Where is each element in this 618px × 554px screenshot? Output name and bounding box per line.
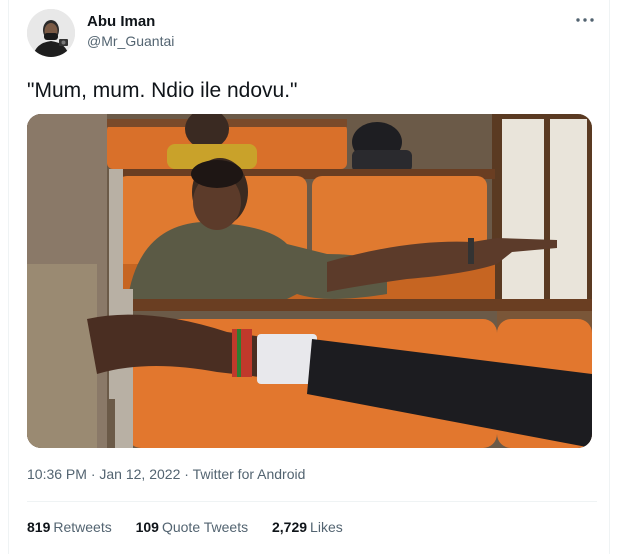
avatar[interactable] [27, 9, 75, 57]
display-name[interactable]: Abu Iman [87, 13, 155, 30]
username-handle[interactable]: @Mr_Guantai [87, 33, 174, 49]
more-horizontal-icon [576, 18, 594, 22]
likes-label: Likes [310, 519, 343, 535]
likes-count: 2,729 [272, 519, 308, 535]
photo-man-pointing-icon [27, 114, 592, 448]
retweets-count: 819 [27, 519, 51, 535]
retweets-label: Retweets [53, 519, 112, 535]
tweet-time[interactable]: 10:36 PM [27, 466, 87, 482]
profile-photo-icon [27, 9, 75, 57]
likes-stat[interactable]: 2,729 Likes [272, 519, 343, 535]
engagement-stats: 819 Retweets 109 Quote Tweets 2,729 Likes [27, 519, 363, 535]
quote-tweets-label: Quote Tweets [161, 519, 249, 535]
tweet-photo[interactable] [27, 114, 592, 448]
retweets-stat[interactable]: 819 Retweets [27, 519, 112, 535]
tweet-metadata: 10:36 PM · Jan 12, 2022 · Twitter for An… [27, 466, 305, 482]
meta-separator: · [180, 466, 193, 482]
tweet-date[interactable]: Jan 12, 2022 [99, 466, 180, 482]
more-button[interactable] [573, 8, 597, 32]
tweet-card: Abu Iman @Mr_Guantai "Mum, mum. Ndio ile… [8, 0, 610, 554]
meta-separator: · [86, 466, 100, 482]
quote-tweets-stat[interactable]: 109 Quote Tweets [136, 519, 249, 535]
divider [27, 501, 597, 502]
tweet-source-link[interactable]: Twitter for Android [193, 466, 306, 482]
quote-tweets-count: 109 [135, 519, 159, 535]
tweet-text: "Mum, mum. Ndio ile ndovu." [27, 79, 298, 102]
